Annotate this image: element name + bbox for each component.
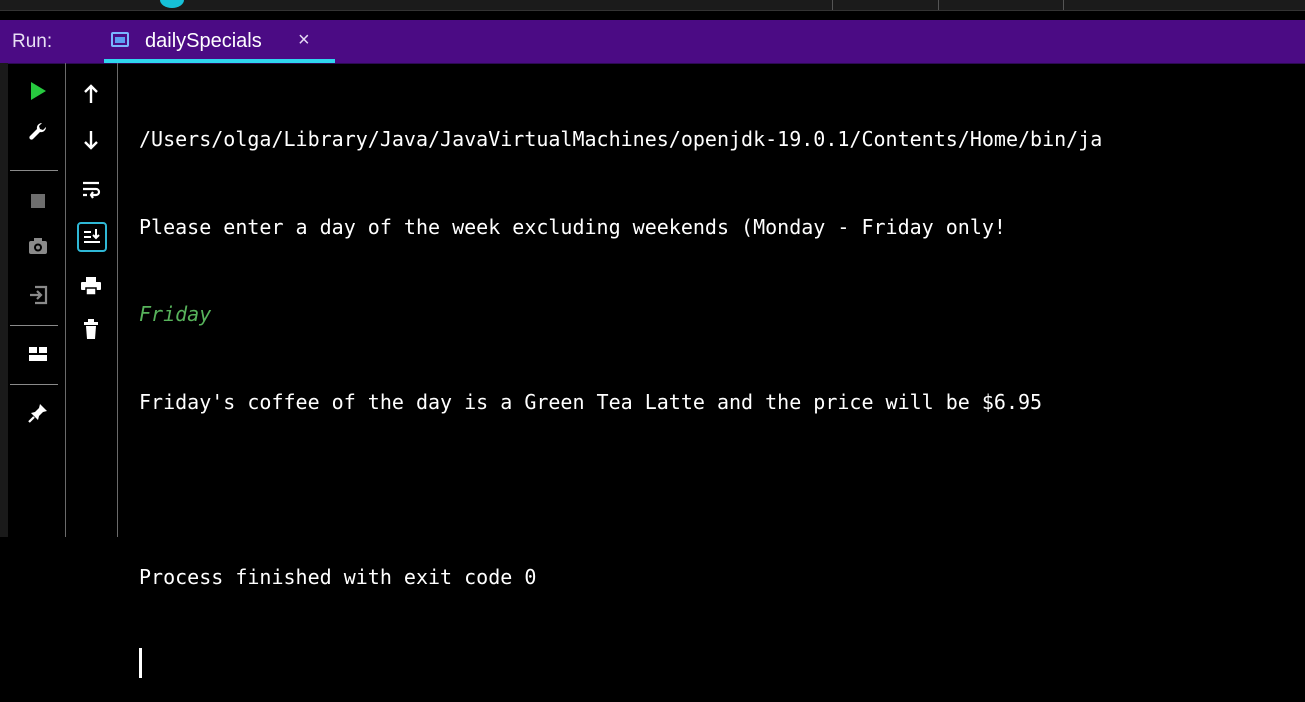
top-divider — [938, 0, 939, 10]
layout-icon[interactable] — [24, 340, 52, 368]
console-line: /Users/olga/Library/Java/JavaVirtualMach… — [139, 127, 1103, 151]
toolbar-separator — [10, 170, 58, 171]
user-input-line: Friday — [139, 302, 212, 326]
print-icon[interactable] — [77, 272, 105, 300]
console-output[interactable]: /Users/olga/Library/Java/JavaVirtualMach… — [139, 77, 1299, 702]
run-label: Run: — [12, 31, 53, 52]
toolbar-separator — [10, 325, 58, 326]
status-dot-icon — [160, 0, 184, 8]
close-icon[interactable]: × — [298, 29, 310, 52]
tab-label: dailySpecials — [145, 30, 262, 52]
pin-icon[interactable] — [24, 399, 52, 427]
run-icon[interactable] — [24, 77, 52, 105]
soft-wrap-icon[interactable] — [77, 175, 105, 203]
toolbar-divider — [65, 63, 66, 537]
top-divider — [832, 0, 833, 10]
console-window-icon — [111, 32, 129, 47]
console-line: Please enter a day of the week excluding… — [139, 214, 1006, 239]
top-strip — [0, 0, 1305, 11]
toolbar-separator — [10, 384, 58, 385]
trash-icon[interactable] — [77, 315, 105, 343]
scroll-to-end-icon[interactable] — [77, 222, 107, 252]
window-edge — [0, 63, 8, 537]
console-line: Friday's coffee of the day is a Green Te… — [139, 389, 1043, 414]
tab-dailyspecials[interactable]: dailySpecials × — [100, 20, 335, 63]
console-line: Process finished with exit code 0 — [139, 564, 537, 589]
top-divider — [1063, 0, 1064, 10]
console-divider — [117, 63, 118, 537]
arrow-down-icon[interactable] — [77, 126, 105, 154]
wrench-icon[interactable] — [24, 117, 52, 145]
active-tab-indicator — [104, 59, 335, 63]
stop-icon[interactable] — [24, 187, 52, 215]
arrow-up-icon[interactable] — [77, 80, 105, 108]
camera-icon[interactable] — [24, 232, 52, 260]
text-cursor — [139, 648, 142, 678]
login-icon[interactable] — [24, 281, 52, 309]
run-tool-window-header: Run: dailySpecials × — [0, 20, 1305, 64]
